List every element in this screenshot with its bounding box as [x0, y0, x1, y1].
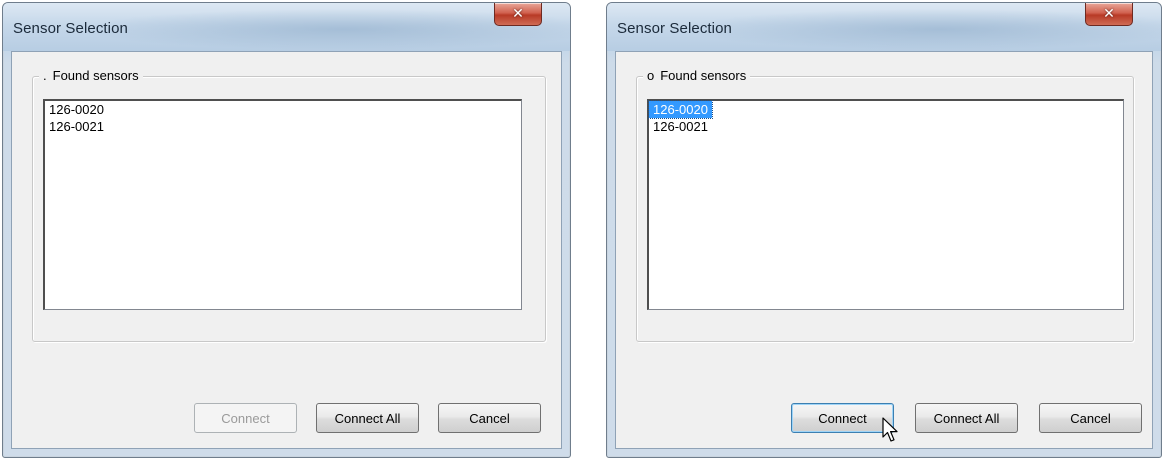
title-bar[interactable]: Sensor Selection ✕	[607, 3, 1161, 51]
group-label-text: Found sensors	[660, 68, 747, 83]
group-label-text: Found sensors	[52, 68, 139, 83]
sensor-selection-dialog-selected: Sensor Selection ✕ o Found sensors 126-00…	[606, 2, 1162, 458]
close-icon: ✕	[1103, 6, 1115, 22]
group-bullet: o	[647, 68, 655, 83]
window-title: Sensor Selection	[13, 20, 129, 37]
sensor-listbox[interactable]: 126-0020 126-0021	[43, 99, 522, 310]
close-button[interactable]: ✕	[494, 3, 542, 26]
window-title: Sensor Selection	[617, 20, 733, 37]
found-sensors-group: . Found sensors 126-0020 126-0021	[32, 68, 546, 342]
group-label: o Found sensors	[643, 68, 751, 83]
connect-button[interactable]: Connect	[194, 403, 297, 433]
close-button[interactable]: ✕	[1085, 3, 1133, 26]
sensor-list-item[interactable]: 126-0020	[45, 101, 108, 118]
found-sensors-group: o Found sensors 126-0020 126-0021	[636, 68, 1134, 342]
sensor-list-item[interactable]: 126-0021	[649, 118, 712, 135]
group-label: . Found sensors	[39, 68, 143, 83]
close-icon: ✕	[512, 6, 524, 22]
sensor-listbox[interactable]: 126-0020 126-0021	[647, 99, 1124, 310]
dialog-client-area: . Found sensors 126-0020 126-0021	[11, 51, 562, 449]
sensor-list-item[interactable]: 126-0021	[45, 118, 108, 135]
sensor-list-item-selected[interactable]: 126-0020	[648, 100, 713, 119]
connect-button[interactable]: Connect	[791, 403, 894, 433]
cancel-button[interactable]: Cancel	[1039, 403, 1142, 433]
cancel-button[interactable]: Cancel	[438, 403, 541, 433]
title-bar[interactable]: Sensor Selection ✕	[3, 3, 570, 51]
connect-all-button[interactable]: Connect All	[915, 403, 1018, 433]
sensor-selection-dialog-unselected: Sensor Selection ✕ . Found sensors 126-00…	[2, 2, 571, 458]
group-bullet: .	[43, 68, 47, 83]
dialog-client-area: o Found sensors 126-0020 126-0021	[615, 51, 1153, 449]
connect-all-button[interactable]: Connect All	[316, 403, 419, 433]
mouse-pointer-icon	[882, 417, 898, 442]
